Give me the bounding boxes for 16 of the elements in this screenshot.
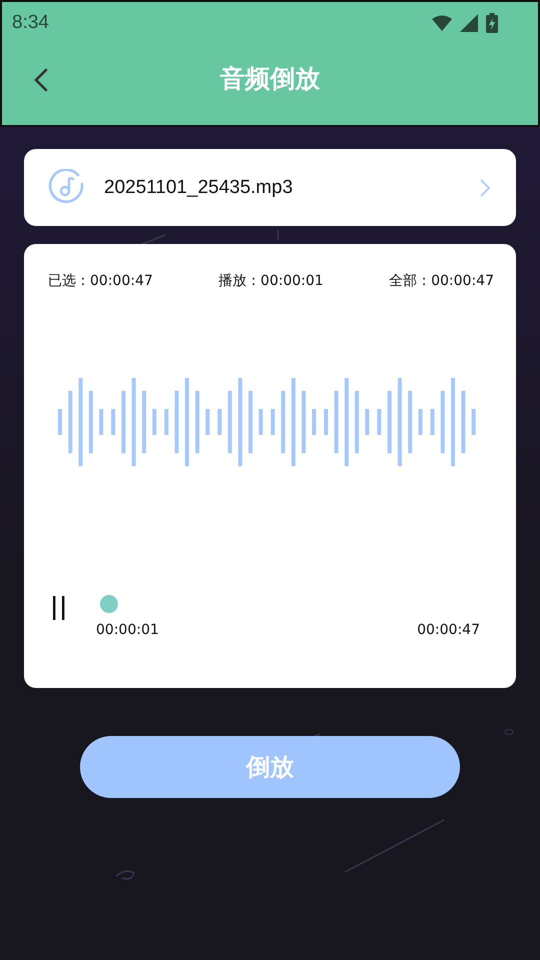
battery-icon (486, 13, 498, 33)
page-title: 音频倒放 (220, 62, 320, 94)
wifi-icon (432, 15, 452, 31)
signal-icon (460, 14, 478, 32)
time-info: 播放：00:00:01 (218, 272, 324, 290)
time-info: 已选：00:00:47 (48, 272, 153, 290)
back-icon (34, 68, 48, 92)
total-time: 00:00:47 (417, 622, 480, 638)
status-time: 8:34 (12, 12, 49, 34)
current-time: 00:00:01 (96, 622, 159, 638)
pause-icon (51, 595, 67, 621)
seek-slider-thumb[interactable] (100, 595, 118, 613)
time-info: 全部：00:00:47 (389, 272, 494, 290)
back-button[interactable] (32, 66, 50, 94)
chevron-right-icon (480, 178, 490, 196)
file-selector[interactable]: 20251101_25435.mp3 (24, 149, 516, 226)
